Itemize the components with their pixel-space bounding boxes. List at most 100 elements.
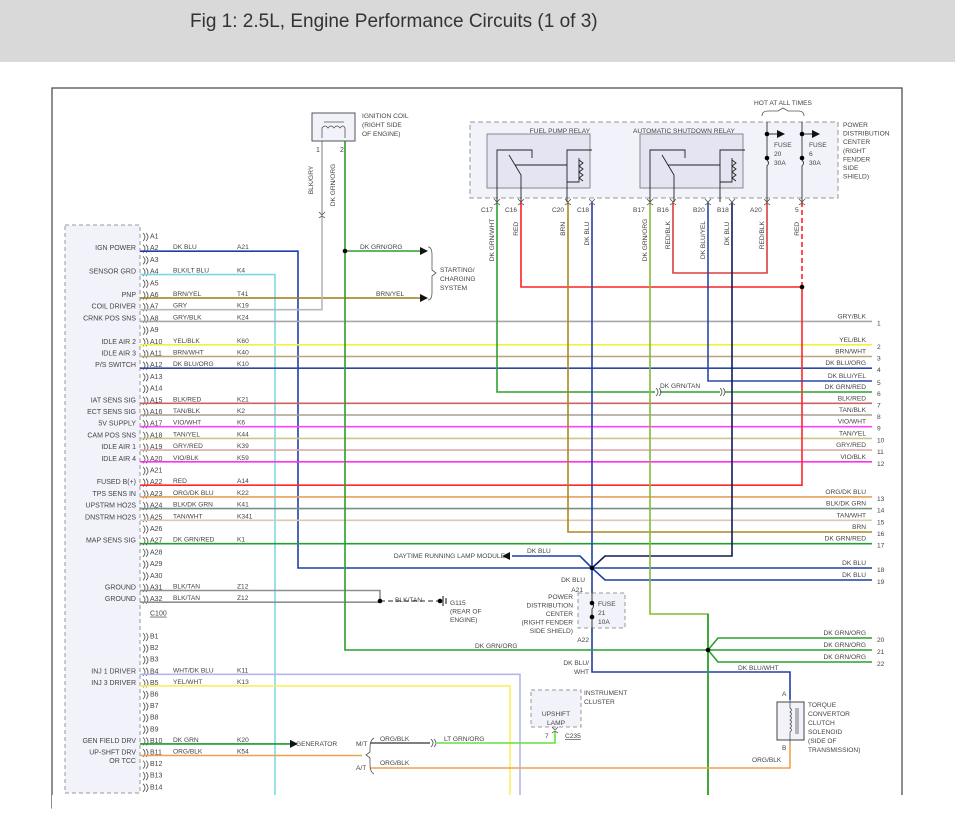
brace [761, 107, 805, 117]
ground-wire-label: BLK/TAN [395, 597, 422, 604]
wiring-diagram: A1A2IGN POWER DK BLU A21A3A4SENSOR GRD BLK/… [51, 87, 904, 820]
pcm-pin-label: B4 [150, 668, 159, 675]
fuse21-wire-out: DK BLU/ [563, 660, 589, 667]
wire-color-label: ORG/BLK [173, 749, 203, 756]
pdc-wire-label: DK BLU [584, 221, 591, 245]
pcm-pin-label: A16 [150, 409, 163, 416]
pcm-pin-label: A5 [150, 280, 159, 287]
output-wire-label: BRN [852, 524, 866, 531]
wire-color-label: TAN/BLK [173, 408, 201, 415]
output-wire-label: DK GRN/RED [825, 384, 867, 391]
pdc-label: POWER [843, 122, 868, 129]
wire-b17 [649, 202, 709, 795]
pcm-pin-label: A24 [150, 503, 163, 510]
splice-dot [589, 565, 595, 571]
pdc-pin-label: B18 [717, 207, 729, 214]
pcm-pin-name: INJ 1 DRIVER [91, 668, 136, 675]
ground-label: (REAR OF [450, 609, 482, 616]
wire-color-label: RED [173, 478, 187, 485]
coil-wire-1: BLK/GRY [308, 165, 315, 194]
pcm-pin-label: A28 [150, 549, 163, 556]
output-number: 3 [877, 356, 881, 363]
circuit-label: K40 [237, 350, 249, 357]
pcm-pin-name: IDLE AIR 4 [101, 456, 136, 463]
pdc-label: FENDER [843, 156, 870, 163]
output-number: 17 [877, 543, 885, 550]
pdc-pin-label: C17 [481, 207, 493, 214]
start-wire-1: DK GRN/ORG [360, 244, 403, 251]
tcc-pin-b: B [782, 745, 787, 752]
circuit-label: K39 [237, 443, 249, 450]
wire-color-label: VIO/BLK [173, 455, 199, 462]
pcm-pin-label: A12 [150, 362, 163, 369]
pcm-pin-label: B13 [150, 773, 163, 780]
pcm-pin-label: A29 [150, 561, 163, 568]
coil-pin-2: 2 [340, 147, 344, 154]
output-number: 13 [877, 496, 885, 503]
upshift-lamp-label: UPSHIFT [542, 711, 570, 718]
tcc-label: (SIDE OF [808, 738, 837, 745]
wire-color-label: BLK/LT BLU [173, 268, 209, 275]
fuse21-wire-out: WHT [574, 669, 589, 676]
circuit-label: K21 [237, 396, 249, 403]
drl-module-label: DAYTIME RUNNING LAMP MODULE [394, 553, 506, 560]
ignition-coil-label: IGNITION COIL [362, 113, 409, 120]
output-wire-label: DK GRN/ORG [824, 654, 867, 661]
circuit-label: A14 [237, 478, 249, 485]
wire-color-label: BRN/YEL [173, 291, 202, 298]
output-wire-label: YEL/BLK [839, 337, 866, 344]
output-wire-label: DK GRN/RED [825, 536, 867, 543]
output-number: 18 [877, 567, 885, 574]
dk-blu-wht-label: DK BLU/WHT [738, 665, 779, 672]
pcm-pin-name: UP-SHFT DRV [89, 750, 136, 757]
output-wire-label: DK BLU [842, 572, 866, 579]
splice-dot [764, 155, 770, 161]
pdc-wire-label: BRN [560, 222, 567, 236]
pdc-wire-label: DK BLU [724, 221, 731, 245]
pcm-pin-label: A25 [150, 514, 163, 521]
pcm-pin-name: FUSED B(+) [97, 479, 136, 486]
fuse-6-label: 30A [809, 160, 821, 167]
pcm-pin-name: TPS SENS IN [92, 491, 136, 498]
output-number: 2 [877, 344, 881, 351]
ignition-coil-label: (RIGHT SIDE [362, 122, 402, 129]
connector-c235: C235 [565, 733, 581, 740]
circuit-label: K6 [237, 420, 245, 427]
dk-grn-org-label: DK GRN/ORG [475, 643, 518, 650]
output-wire-label: BLK/RED [838, 395, 866, 402]
pdc-wire-label: DK GRN/ORG [642, 219, 649, 262]
start-wire-2: BRN/YEL [376, 291, 405, 298]
tcc-label: CLUTCH [808, 720, 835, 727]
fuse21-pdc-label: SIDE SHIELD) [530, 628, 573, 635]
wire-color-label: GRY/BLK [173, 314, 202, 321]
output-wire-label: GRY/RED [836, 442, 866, 449]
output-number: 20 [877, 637, 885, 644]
connector-icon [142, 783, 149, 793]
pcm-pin-name: IDLE AIR 1 [101, 444, 136, 451]
output-number: 1 [877, 320, 881, 327]
wire-color-label: VIO/WHT [173, 420, 201, 427]
pdc-pin-label: A20 [750, 207, 762, 214]
circuit-label: K2 [237, 408, 245, 415]
fuse21-label: FUSE [598, 601, 616, 608]
instrument-cluster-label: INSTRUMENT [584, 690, 627, 697]
output-wire-label: DK GRN/ORG [824, 642, 867, 649]
tcc-pin-a: A [782, 691, 787, 698]
circuit-label: K341 [237, 513, 253, 520]
pcm-pin-label: A8 [150, 315, 159, 322]
output-number: 16 [877, 531, 885, 538]
pcm-pin-label: A4 [150, 269, 159, 276]
splice-dot [799, 155, 805, 161]
pdc-wire-label: RED/BLK [759, 220, 766, 249]
pcm-pin-label: A21 [150, 468, 163, 475]
connector-icon [719, 387, 726, 397]
output-wire-label: TAN/YEL [839, 430, 866, 437]
output-number: 22 [877, 661, 885, 668]
output-number: 4 [877, 367, 881, 374]
output-number: 6 [877, 391, 881, 398]
pcm-pin-label: A20 [150, 456, 163, 463]
arrow-icon [420, 294, 428, 302]
pcm-pin-label: A32 [150, 596, 163, 603]
pcm-pin-label: A30 [150, 573, 163, 580]
connector-icon [142, 655, 149, 665]
